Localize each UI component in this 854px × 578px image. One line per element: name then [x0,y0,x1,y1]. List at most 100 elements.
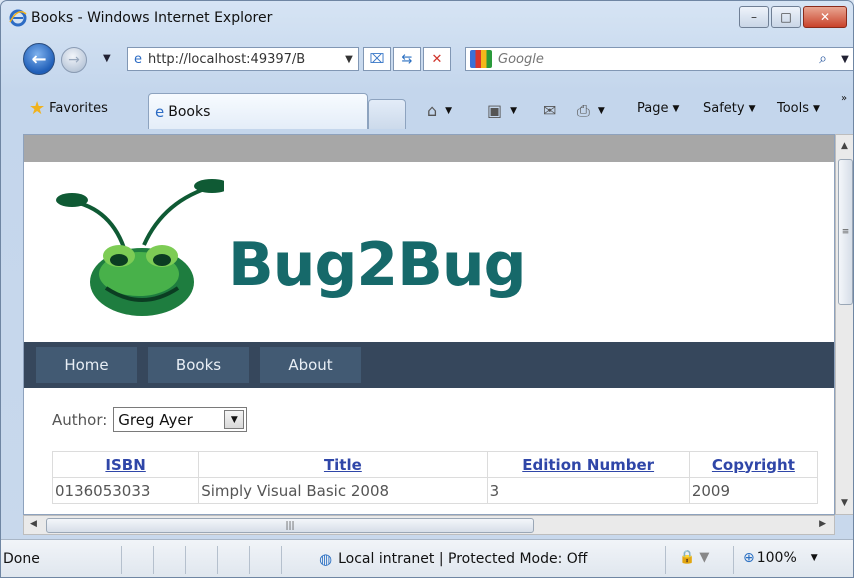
favorites-bar: ★ Favorites e Books ⌂ ▼ ▣ ▼ ✉ ⎙ ▼ Page ▼ Saf… [1,91,853,129]
nav-about[interactable]: About [260,347,361,383]
rss-feed-icon: ▣ [487,101,503,120]
column-header-title[interactable]: Title [198,451,488,478]
status-divider [217,546,218,574]
back-button[interactable]: ← [23,43,55,75]
safety-menu[interactable]: Safety ▼ [703,101,756,116]
protected-mode-lock-icon[interactable]: 🔒 ▼ [679,550,709,565]
read-mail-button[interactable]: ✉ [543,101,560,120]
status-divider [185,546,186,574]
zoom-icon: ⊕ [743,550,755,566]
horizontal-scroll-thumb[interactable]: ||| [46,518,534,533]
tools-dropdown-icon: ▼ [813,103,820,114]
home-button[interactable]: ⌂ ▼ [427,101,452,120]
refresh-icon: ⇆ [401,51,413,67]
home-dropdown-icon[interactable]: ▼ [445,106,452,116]
home-icon: ⌂ [427,101,438,120]
cell-isbn: 0136053033 [51,477,200,504]
sort-link-isbn[interactable]: ISBN [105,456,145,474]
tools-menu-label: Tools [777,101,810,116]
intranet-globe-icon: ◍ [319,550,333,568]
minimize-button[interactable]: – [739,6,769,28]
forward-button[interactable]: → [61,47,87,73]
search-icon[interactable]: ⌕ [810,51,836,67]
security-zone[interactable]: ◍ Local intranet | Protected Mode: Off [319,550,587,568]
title-bar: Books - Windows Internet Explorer – □ ✕ [1,1,853,37]
sort-link-copyright[interactable]: Copyright [712,456,795,474]
cell-title: Simply Visual Basic 2008 [198,477,488,504]
column-header-edition[interactable]: Edition Number [486,451,690,478]
address-bar[interactable]: e http://localhost:49397/B ▼ [127,47,359,71]
search-options-dropdown-icon[interactable]: ▼ [836,54,853,65]
address-url[interactable]: http://localhost:49397/B [148,52,340,67]
browser-window: Books - Windows Internet Explorer – □ ✕ … [0,0,854,578]
maximize-button[interactable]: □ [771,6,801,28]
address-row: ← → ▼ e http://localhost:49397/B ▼ ⌧ ⇆ ✕… [1,39,853,75]
more-commands-icon[interactable]: » [841,93,847,104]
zoom-dropdown-icon[interactable]: ▼ [811,553,818,563]
status-divider [249,546,250,574]
favorites-button[interactable]: ★ Favorites [29,95,108,121]
forward-arrow-icon: → [68,52,80,68]
mail-icon: ✉ [543,101,557,120]
print-button[interactable]: ⎙ ▼ [577,101,605,121]
sort-link-edition[interactable]: Edition Number [522,456,654,474]
column-header-copyright[interactable]: Copyright [688,451,819,478]
history-dropdown-icon[interactable]: ▼ [103,53,111,64]
status-divider [665,546,666,574]
status-text: Done [3,551,40,567]
vertical-scrollbar[interactable]: ▲ ≡ ▼ [835,134,853,515]
books-table: ISBN Title Edition Number Copyright 0136… [51,451,819,504]
favorites-label: Favorites [49,100,108,116]
ie-tab-icon: e [155,102,165,121]
site-header: Bug2Bug [24,162,834,342]
nav-books[interactable]: Books [148,347,249,383]
page-menu-label: Page [637,101,669,116]
page-icon: e [134,51,142,67]
new-tab-button[interactable] [368,99,406,129]
compatibility-view-button[interactable]: ⌧ [363,47,391,71]
compatibility-icon: ⌧ [369,51,385,67]
page-menu[interactable]: Page ▼ [637,101,679,116]
scroll-up-icon[interactable]: ▲ [841,141,848,151]
close-button[interactable]: ✕ [803,6,847,28]
scroll-left-icon[interactable]: ◀ [30,519,37,529]
bug-logo-icon [56,179,224,316]
back-arrow-icon: ← [31,48,47,70]
google-icon [470,50,492,68]
sort-link-title[interactable]: Title [324,456,362,474]
horizontal-scrollbar[interactable]: ◀ ||| ▶ [23,515,835,535]
stop-button[interactable]: ✕ [423,47,451,71]
zoom-level: 100% [756,550,797,566]
search-box[interactable]: ⌕ ▼ [465,47,853,71]
print-dropdown-icon[interactable]: ▼ [598,106,605,116]
chevron-down-icon[interactable]: ▼ [224,410,245,429]
author-selected-value: Greg Ayer [118,410,193,429]
address-dropdown-icon[interactable]: ▼ [340,54,358,65]
stop-icon: ✕ [431,51,443,67]
zoom-control[interactable]: ⊕ 100% ▼ [743,550,818,566]
tab-books[interactable]: e Books [148,93,368,129]
search-input[interactable] [492,51,810,67]
cell-edition: 3 [486,477,690,504]
author-dropdown[interactable]: Greg Ayer ▼ [113,407,248,432]
scroll-down-icon[interactable]: ▼ [841,498,848,508]
column-header-isbn[interactable]: ISBN [51,451,200,478]
vertical-scroll-thumb[interactable]: ≡ [838,159,853,305]
window-title: Books - Windows Internet Explorer [31,10,273,26]
page-viewport: Bug2Bug Home Books About Author: Greg Ay… [23,134,835,515]
safety-dropdown-icon: ▼ [748,103,756,114]
author-filter: Author: Greg Ayer ▼ [52,407,248,432]
brand-name: Bug2Bug [228,230,527,300]
nav-home[interactable]: Home [36,347,137,383]
refresh-button[interactable]: ⇆ [393,47,421,71]
feeds-button[interactable]: ▣ ▼ [487,101,517,120]
status-bar: Done ◍ Local intranet | Protected Mode: … [1,539,853,577]
safety-menu-label: Safety [703,101,745,116]
favorites-star-icon: ★ [29,97,46,119]
scroll-right-icon[interactable]: ▶ [819,519,826,529]
table-header-row: ISBN Title Edition Number Copyright [51,451,819,478]
feeds-dropdown-icon[interactable]: ▼ [510,106,517,116]
tools-menu[interactable]: Tools ▼ [777,101,820,116]
zone-text: Local intranet | Protected Mode: Off [338,551,588,567]
page-dropdown-icon: ▼ [672,103,680,114]
